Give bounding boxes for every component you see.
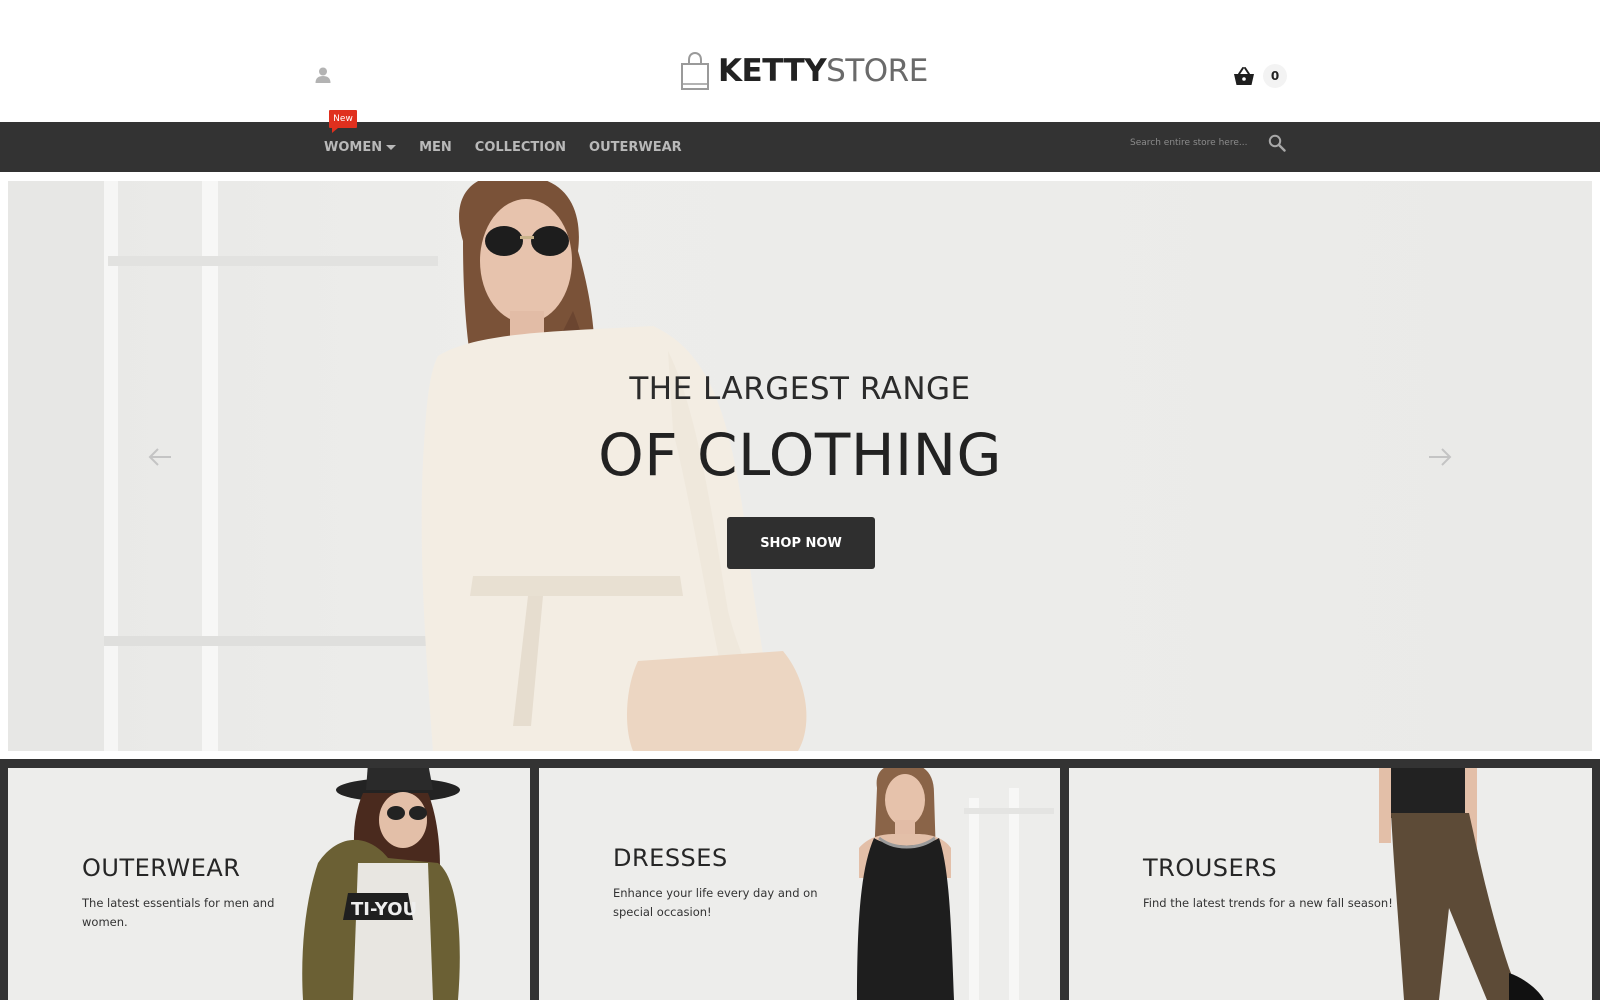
outerwear-model-image: TI-YOU [302,768,460,1000]
nav-item-men[interactable]: MEN [419,140,452,155]
category-card-trousers[interactable]: TROUSERS Find the latest trends for a ne… [1069,768,1592,1000]
logo-text-bold: KETTY [718,52,827,89]
category-title: TROUSERS [1143,854,1278,882]
category-description: Find the latest trends for a new fall se… [1143,896,1393,910]
user-icon[interactable] [314,66,332,84]
category-title: DRESSES [613,844,728,872]
category-card-outerwear[interactable]: TI-YOU OUTERWEAR The latest essentials f… [8,768,530,1000]
caret-down-icon [386,144,397,150]
hero-title-small: THE LARGEST RANGE [629,371,971,407]
search-input[interactable] [1130,132,1258,154]
shopping-bag-icon [681,51,709,90]
logo-text: KETTYSTORE [718,52,928,89]
category-banners: TI-YOU OUTERWEAR The latest essentials f… [0,759,1600,1000]
shop-now-button[interactable]: SHOP NOW [727,517,875,569]
cart-count-badge: 0 [1263,64,1287,88]
nav-item-outerwear[interactable]: OUTERWEAR [589,140,682,155]
category-description: Enhance your life every day and on speci… [613,886,818,919]
nav-item-collection[interactable]: COLLECTION [475,140,566,155]
hero-title-big: OF CLOTHING [598,421,1002,489]
category-title: OUTERWEAR [82,854,241,882]
search-box [1130,131,1290,155]
new-badge: New [329,110,357,133]
arrow-right-icon[interactable] [1427,446,1453,468]
nav-item-label: COLLECTION [474,139,567,155]
search-icon[interactable] [1268,134,1286,152]
trousers-model-image [1379,768,1544,1000]
category-card-dresses[interactable]: DRESSES Enhance your life every day and … [539,768,1060,1000]
nav-item-women[interactable]: WOMEN [324,139,397,155]
hero-slider: THE LARGEST RANGE OF CLOTHING SHOP NOW [8,181,1592,751]
main-nav-bar: WOMEN MEN COLLECTION OUTERWEAR [0,122,1600,172]
logo-text-light: STORE [826,52,928,89]
main-nav: WOMEN MEN COLLECTION OUTERWEAR [324,122,705,172]
arrow-left-icon[interactable] [147,446,173,468]
nav-item-label: WOMEN [324,139,383,155]
basket-icon [1234,67,1254,85]
category-description: The latest essentials for men and women. [82,896,275,929]
svg-text:TI-YOU: TI-YOU [351,899,417,920]
nav-item-label: OUTERWEAR [589,139,682,155]
nav-item-label: MEN [419,139,452,155]
store-logo[interactable]: KETTYSTORE [680,50,928,92]
site-header: KETTYSTORE 0 [0,0,1600,122]
cart-button[interactable]: 0 [1233,64,1287,88]
